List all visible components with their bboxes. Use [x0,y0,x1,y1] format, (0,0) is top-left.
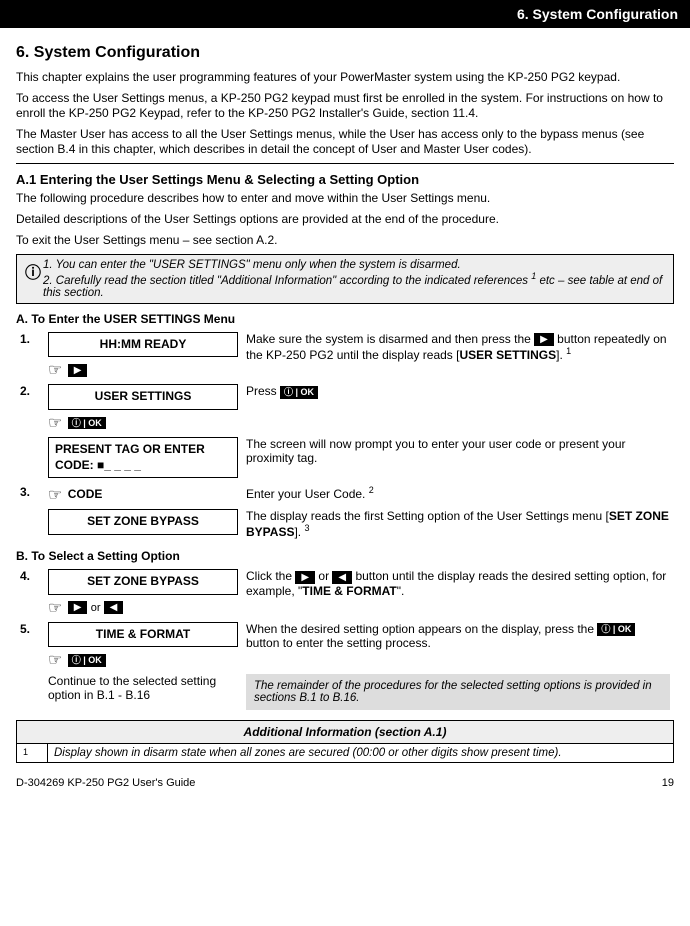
a1-heading: A.1 Entering the User Settings Menu & Se… [16,172,674,187]
step-2-num: 2. [16,382,44,435]
additional-info-row-1: 1 Display shown in disarm state when all… [17,744,674,763]
display-hhmm-ready: HH:MM READY [48,332,238,358]
step-4-num: 4. [16,567,44,620]
step-1: 1. HH:MM READY ☞ ▶ Make sure the system … [16,330,674,383]
step-1-text: Make sure the system is disarmed and the… [242,330,674,383]
step-3b: SET ZONE BYPASS The display reads the fi… [16,507,674,541]
page-title: 6. System Configuration [16,44,674,62]
pointing-hand-icon: ☞ [48,413,62,433]
forward-button-icon: ▶ [295,571,315,584]
info-icon: ⓘ [23,259,43,299]
step-5-text: When the desired setting option appears … [242,620,674,673]
note-line-1: 1. You can enter the "USER SETTINGS" men… [43,259,667,271]
step-5: 5. TIME & FORMAT ☞ ⓘ | OK When the desir… [16,620,674,673]
footer-page-number: 19 [662,777,674,789]
step-2b: PRESENT TAG OR ENTER CODE: ■_ _ _ _ The … [16,435,674,483]
display-set-zone-bypass: SET ZONE BYPASS [48,509,238,535]
pointing-hand-icon: ☞ [48,650,62,670]
separator [16,163,674,164]
pointing-hand-icon: ☞ [48,598,62,618]
intro-p3: The Master User has access to all the Us… [16,127,674,157]
footer-doc-id: D-304269 KP-250 PG2 User's Guide [16,777,195,789]
step-2b-text: The screen will now prompt you to enter … [242,435,674,483]
continue-row: Continue to the selected setting option … [16,672,674,712]
or-text: or [91,602,104,614]
step-3a: 3. ☞ CODE Enter your User Code. 2 [16,483,674,507]
additional-info-header: Additional Information (section A.1) [17,721,674,744]
display-set-zone-bypass-2: SET ZONE BYPASS [48,569,238,595]
pointing-hand-icon: ☞ [48,360,62,380]
ok-button-icon: ⓘ | OK [280,386,318,399]
display-present-tag: PRESENT TAG OR ENTER CODE: ■_ _ _ _ [48,437,238,478]
continue-left: Continue to the selected setting option … [44,672,242,712]
a1-p2: Detailed descriptions of the User Settin… [16,212,674,227]
step-4-text: Click the ▶ or ◀ button until the displa… [242,567,674,620]
code-label: CODE [68,487,103,501]
steps-table-b: 4. SET ZONE BYPASS ☞ ▶ or ◀ Click the ▶ … [16,567,674,712]
a1-p3: To exit the User Settings menu – see sec… [16,233,674,248]
back-button-icon: ◀ [104,601,124,614]
forward-button-icon: ▶ [68,601,88,614]
intro-p2: To access the User Settings menus, a KP-… [16,91,674,121]
intro-p1: This chapter explains the user programmi… [16,70,674,85]
steps-table-a: 1. HH:MM READY ☞ ▶ Make sure the system … [16,330,674,541]
step-2-text: Press ⓘ | OK [242,382,674,435]
step-2: 2. USER SETTINGS ☞ ⓘ | OK Press ⓘ | OK [16,382,674,435]
info-note-box: ⓘ 1. You can enter the "USER SETTINGS" m… [16,254,674,304]
forward-button-icon: ▶ [68,364,88,377]
section-a-label: A. To Enter the USER SETTINGS Menu [16,312,674,326]
footnote-text: Display shown in disarm state when all z… [48,744,674,763]
step-4: 4. SET ZONE BYPASS ☞ ▶ or ◀ Click the ▶ … [16,567,674,620]
additional-info-table: Additional Information (section A.1) 1 D… [16,720,674,763]
note-line-2: 2. Carefully read the section titled "Ad… [43,271,667,299]
page-footer: D-304269 KP-250 PG2 User's Guide 19 [0,773,690,799]
ok-button-icon: ⓘ | OK [68,654,106,667]
ok-button-icon: ⓘ | OK [597,623,635,636]
step-5-num: 5. [16,620,44,673]
page-content: 6. System Configuration This chapter exp… [0,28,690,773]
step-3b-text: The display reads the first Setting opti… [242,507,674,541]
pointing-hand-icon: ☞ [48,485,62,505]
display-user-settings: USER SETTINGS [48,384,238,410]
back-button-icon: ◀ [332,571,352,584]
footnote-number: 1 [17,744,48,763]
continue-right-note: The remainder of the procedures for the … [246,674,670,710]
ok-button-icon: ⓘ | OK [68,417,106,430]
chapter-header: 6. System Configuration [0,0,690,28]
a1-p1: The following procedure describes how to… [16,191,674,206]
step-3-num: 3. [16,483,44,507]
section-b-label: B. To Select a Setting Option [16,549,674,563]
step-3a-text: Enter your User Code. 2 [242,483,674,507]
step-1-num: 1. [16,330,44,383]
forward-button-icon: ▶ [534,333,554,346]
display-time-format: TIME & FORMAT [48,622,238,648]
